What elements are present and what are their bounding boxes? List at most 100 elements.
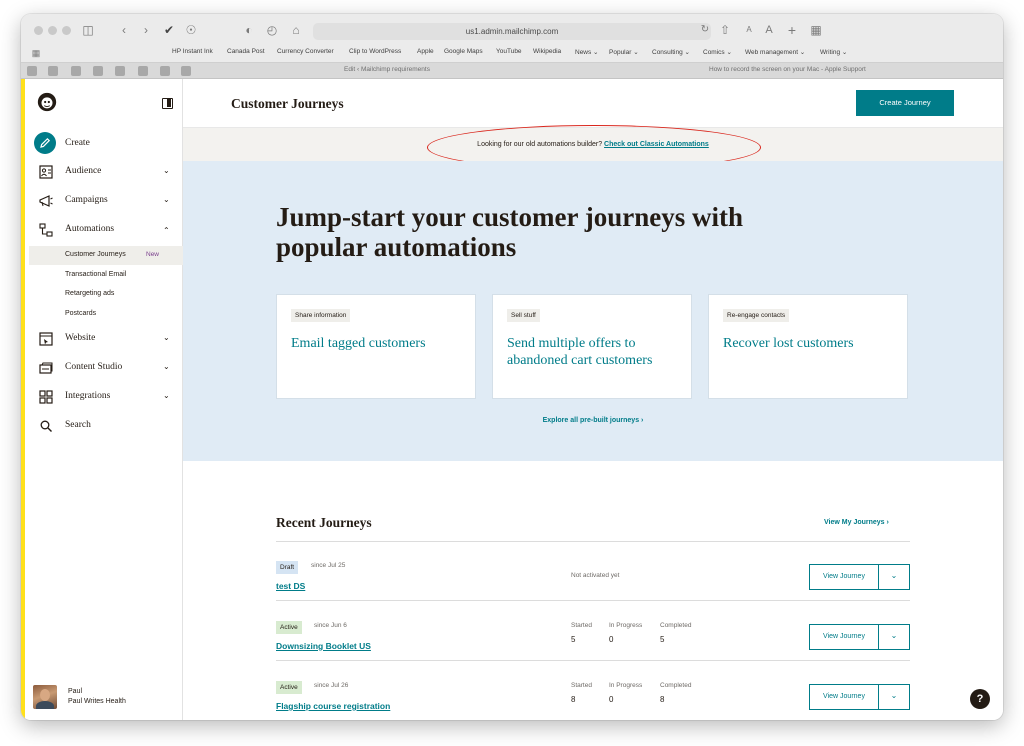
bookmark-item[interactable]: Apple [417,48,434,55]
journey-options-chevron-icon[interactable]: ⌄ [879,564,910,590]
journey-name-link[interactable]: test DS [276,581,305,591]
tab-apple-support[interactable]: How to record the screen on your Mac - A… [709,66,866,73]
stat-label-started: Started [571,622,592,629]
journey-card-recover-lost[interactable]: Re-engage contacts Recover lost customer… [708,294,908,399]
text-smaller-icon[interactable]: A [742,23,756,37]
explore-journeys-link[interactable]: Explore all pre-built journeys › [183,417,1003,424]
extension-check-icon[interactable]: ✔ [162,23,176,37]
mailchimp-logo-icon[interactable] [36,91,58,113]
sidebar-subitem-transactional-email[interactable]: Transactional Email [29,266,183,285]
bookmark-item[interactable]: Comics ⌄ [703,48,732,56]
journey-name-link[interactable]: Downsizing Booklet US [276,641,371,651]
pinned-tab[interactable] [181,66,191,76]
prebuilt-journeys-hero: Jump-start your customer journeys with p… [183,161,1003,461]
tab-mailchimp-requirements[interactable]: Edit ‹ Mailchimp requirements [344,66,430,73]
chevron-down-icon: ⌄ [163,166,170,175]
journey-name-link[interactable]: Flagship course registration [276,701,390,711]
automations-icon [39,223,53,237]
sidebar-item-search[interactable]: Search [25,415,183,437]
hero-title: Jump-start your customer journeys with p… [276,202,743,262]
sidebar-subitem-retargeting-ads[interactable]: Retargeting ads [29,285,183,304]
card-title: Email tagged customers [291,336,426,351]
new-tab-icon[interactable]: + [785,23,799,37]
sidebar-item-website[interactable]: Website ⌄ [25,328,183,350]
profile-account: Paul Writes Health [68,698,126,705]
pinned-tab[interactable] [138,66,148,76]
address-bar[interactable]: us1.admin.mailchimp.com [313,23,711,40]
bookmark-item[interactable]: Canada Post [227,48,265,55]
bookmark-item[interactable]: Currency Converter [277,48,334,55]
integrations-icon [39,390,53,404]
view-my-journeys-link[interactable]: View My Journeys › [824,519,889,526]
sidebar-item-content-studio[interactable]: Content Studio ⌄ [25,357,183,379]
pinned-tab[interactable] [115,66,125,76]
sidebar-item-campaigns[interactable]: Campaigns ⌄ [25,190,183,212]
stat-completed: 8 [660,695,665,704]
pinned-tab[interactable] [93,66,103,76]
pinned-tab[interactable] [48,66,58,76]
forward-icon[interactable]: › [139,23,153,37]
view-journey-button[interactable]: View Journey [809,684,879,710]
sidebar-item-automations[interactable]: Automations ⌃ [25,219,183,241]
journey-card-email-tagged[interactable]: Share information Email tagged customers [276,294,476,399]
minimize-window-button[interactable] [48,26,57,35]
sidebar-item-label: Website [65,333,96,343]
sidebar-subitem-customer-journeys[interactable]: Customer Journeys New [29,246,183,265]
audience-icon [39,165,53,179]
share-icon[interactable]: ⇧ [718,23,732,37]
tab-overview-icon[interactable]: ▦ [809,23,823,37]
bookmark-item[interactable]: HP Instant Ink [172,48,213,55]
collapse-sidebar-icon[interactable] [162,98,173,109]
bookmark-item[interactable]: YouTube [496,48,522,55]
campaigns-icon [39,195,53,207]
grid-icon[interactable]: ▦ [29,46,43,60]
view-journey-button[interactable]: View Journey [809,564,879,590]
browser-toolbar: ◫ ‹ › ✔ ☉ ◐ ◴ ⌂ us1.admin.mailchimp.com … [21,14,1003,45]
text-larger-icon[interactable]: A [762,23,776,37]
bookmark-item[interactable]: Clip to WordPress [349,48,401,55]
stat-in-progress: 0 [609,695,614,704]
classic-automations-link[interactable]: Check out Classic Automations [604,141,709,148]
notice-text: Looking for our old automations builder? [477,141,603,148]
reload-icon[interactable]: ↻ [698,23,712,37]
pinned-tab[interactable] [71,66,81,76]
shield-icon[interactable]: ◐ [242,23,256,37]
journey-options-chevron-icon[interactable]: ⌄ [879,624,910,650]
journey-card-abandoned-cart[interactable]: Sell stuff Send multiple offers to aband… [492,294,692,399]
recent-journeys-title: Recent Journeys [276,515,372,530]
history-icon[interactable]: ◴ [265,23,279,37]
pencil-icon[interactable] [34,132,56,154]
avatar[interactable] [33,685,57,709]
account-profile[interactable]: Paul Paul Writes Health [33,685,183,715]
create-journey-button[interactable]: Create Journey [856,90,954,116]
sidebar-item-label: Campaigns [65,195,108,205]
view-journey-button[interactable]: View Journey [809,624,879,650]
bookmark-item[interactable]: Web management ⌄ [745,48,805,56]
home-icon[interactable]: ⌂ [289,23,303,37]
extension-target-icon[interactable]: ☉ [184,23,198,37]
page-header: Customer Journeys Create Journey [183,79,1003,128]
bookmark-item[interactable]: Writing ⌄ [820,48,847,56]
close-window-button[interactable] [34,26,43,35]
bookmark-item[interactable]: News ⌄ [575,48,599,56]
bookmark-item[interactable]: Popular ⌄ [609,48,639,56]
pinned-tab[interactable] [160,66,170,76]
bookmark-item[interactable]: Wikipedia [533,48,561,55]
bookmarks-bar: ▦ HP Instant Ink Canada Post Currency Co… [21,45,1003,62]
journey-options-chevron-icon[interactable]: ⌄ [879,684,910,710]
bookmark-item[interactable]: Consulting ⌄ [652,48,690,56]
stat-started: 5 [571,635,576,644]
sidebar-subitem-postcards[interactable]: Postcards [29,305,183,324]
sidebar-item-audience[interactable]: Audience ⌄ [25,161,183,183]
bookmark-item[interactable]: Google Maps [444,48,483,55]
sidebar-toggle-icon[interactable]: ◫ [81,23,95,37]
stat-label-in-progress: In Progress [609,682,643,689]
journey-since: since Jun 6 [314,622,347,629]
card-title: Send multiple offers to abandoned cart c… [507,336,653,368]
back-icon[interactable]: ‹ [117,23,131,37]
pinned-tab[interactable] [27,66,37,76]
sidebar-item-integrations[interactable]: Integrations ⌄ [25,386,183,408]
zoom-window-button[interactable] [62,26,71,35]
help-button[interactable]: ? [970,689,990,709]
sidebar-item-label: Search [65,420,91,430]
